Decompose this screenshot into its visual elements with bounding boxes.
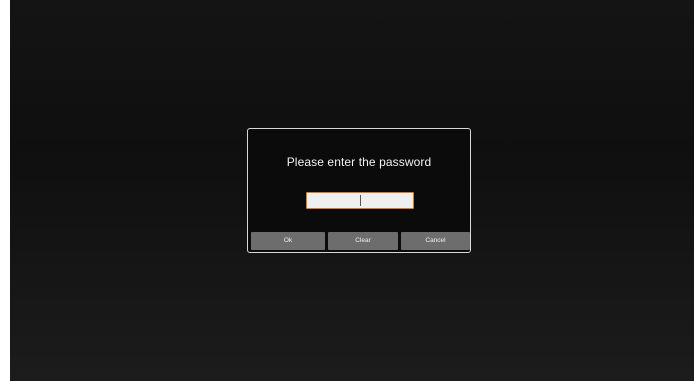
cancel-button[interactable]: Cancel bbox=[401, 232, 470, 250]
screen-background: Please enter the password Ok Clear Cance… bbox=[10, 0, 694, 381]
password-dialog: Please enter the password Ok Clear Cance… bbox=[247, 128, 471, 253]
clear-button[interactable]: Clear bbox=[328, 232, 398, 250]
dialog-button-row: Ok Clear Cancel bbox=[251, 232, 470, 250]
text-caret bbox=[360, 195, 361, 206]
dialog-title: Please enter the password bbox=[286, 155, 432, 169]
ok-button[interactable]: Ok bbox=[251, 232, 325, 250]
